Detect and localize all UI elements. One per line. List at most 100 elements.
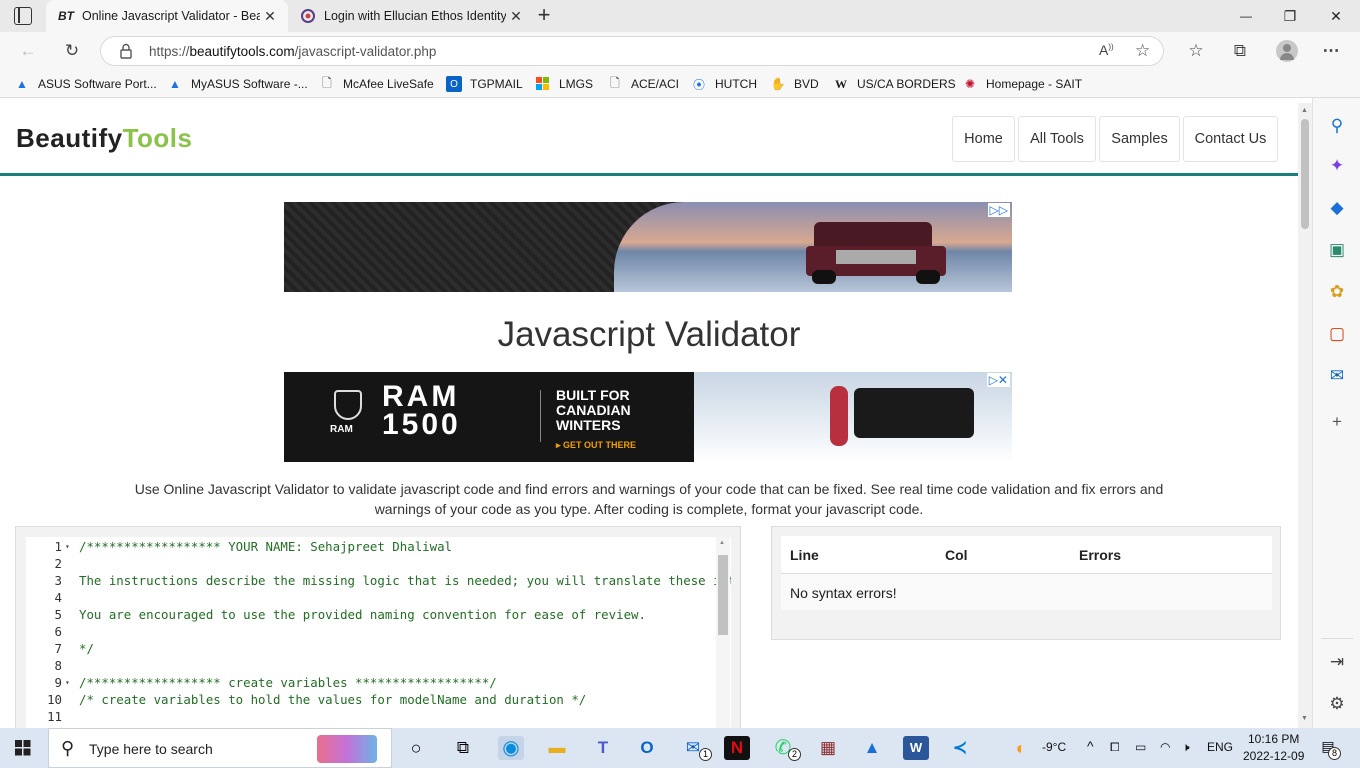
page-scroll-thumb[interactable] (1301, 119, 1309, 229)
notification-count: 8 (1328, 747, 1341, 760)
word-icon[interactable]: W (903, 736, 929, 760)
page-scrollbar[interactable]: ▲ ▼ (1298, 103, 1312, 728)
add-icon[interactable]: + (1325, 410, 1349, 434)
winrar-icon[interactable]: ▦ (815, 736, 841, 760)
code-line[interactable]: /****************** YOUR NAME: Sehajpree… (79, 539, 452, 554)
vscode-icon[interactable]: ≺ (947, 736, 973, 760)
results-table: Line Col Errors No syntax errors! (781, 536, 1272, 610)
settings-gear-icon[interactable]: ⚙ (1325, 692, 1349, 716)
site-logo[interactable]: BeautifyTools (16, 123, 192, 154)
netflix-icon[interactable]: N (724, 736, 750, 760)
restore-icon[interactable]: ❐ (1280, 6, 1300, 26)
clock-time[interactable]: 10:16 PM (1248, 732, 1299, 746)
code-line[interactable]: */ (79, 641, 94, 656)
lock-icon[interactable] (119, 43, 133, 59)
nav-contact-us[interactable]: Contact Us (1183, 116, 1278, 162)
mail-badge: 1 (699, 748, 712, 761)
weather-icon[interactable]: ◐ (1008, 736, 1034, 760)
ad-choices-icon[interactable]: ▷✕ (986, 373, 1010, 387)
favorite-label: MyASUS Software -... (191, 77, 308, 91)
nav-samples[interactable]: Samples (1099, 116, 1180, 162)
nav-home[interactable]: Home (952, 116, 1015, 162)
back-arrow-icon[interactable]: ← (17, 40, 39, 62)
sparkle-icon[interactable]: ✦ (1325, 154, 1349, 178)
line-number: 4 (54, 590, 62, 605)
location-icon: ⦿ (692, 77, 705, 92)
toolbox-icon[interactable]: ▣ (1325, 238, 1349, 262)
sidebar-collapse-icon[interactable]: ⇥ (1325, 650, 1349, 674)
ram-cta[interactable]: ▸ GET OUT THERE (556, 440, 636, 451)
search-icon[interactable]: ⚲ (1325, 114, 1349, 138)
edge-icon[interactable]: ◉ (498, 736, 524, 760)
games-icon[interactable]: ✿ (1325, 280, 1349, 304)
taskbar-search[interactable]: ⚲ Type here to search (48, 728, 392, 768)
tab-javascript-validator[interactable]: BT Online Javascript Validator - Beautif… (46, 0, 288, 32)
language-indicator[interactable]: ENG (1207, 740, 1233, 754)
tag-icon[interactable]: ◆ (1325, 196, 1349, 220)
new-tab-button[interactable]: + (533, 2, 555, 28)
file-explorer-icon[interactable]: ▬ (544, 736, 570, 760)
tab-actions-icon[interactable] (14, 7, 32, 25)
ad-banner-truck[interactable]: ▷▷ (284, 202, 1012, 292)
favorite-sait[interactable]: ✺ Homepage - SAIT (962, 75, 1082, 93)
favorite-tgpmail[interactable]: O TGPMAIL (446, 75, 523, 93)
volume-icon[interactable]: 🕨 (1182, 740, 1190, 755)
wifi-icon[interactable]: ◠ (1160, 740, 1170, 754)
clock-date[interactable]: 2022-12-09 (1243, 749, 1304, 763)
editor-scrollbar[interactable]: ▲ (716, 537, 730, 728)
profile-avatar[interactable] (1276, 40, 1298, 62)
tab-title: Online Javascript Validator - Beautify (82, 9, 260, 23)
address-bar[interactable]: https://beautifytools.com/javascript-val… (100, 36, 1164, 66)
cortana-icon[interactable]: ○ (403, 736, 429, 760)
favorite-label: US/CA BORDERS (857, 77, 956, 91)
code-line[interactable]: You are encouraged to use the provided n… (79, 607, 646, 622)
weather-temp[interactable]: -9°C (1042, 740, 1066, 754)
favorite-bvd[interactable]: ✋ BVD (770, 75, 819, 93)
favorite-myasus[interactable]: ▲ MyASUS Software -... (167, 75, 308, 93)
read-aloud-icon[interactable]: A)) (1099, 42, 1114, 58)
favorite-mcafee[interactable]: 🗋 McAfee LiveSafe (319, 75, 434, 93)
show-hidden-icons-icon[interactable]: ^ (1087, 738, 1094, 754)
more-menu-icon[interactable]: ⋯ (1320, 40, 1342, 62)
office-icon[interactable]: ▢ (1325, 322, 1349, 346)
favorite-us-ca-borders[interactable]: W US/CA BORDERS (833, 75, 956, 93)
add-favorite-icon[interactable]: ☆ (1135, 41, 1150, 61)
tab-close-icon[interactable]: ✕ (260, 8, 280, 25)
favorite-label: McAfee LiveSafe (343, 77, 434, 91)
favorite-asus[interactable]: ▲ ASUS Software Port... (14, 75, 157, 93)
meet-now-icon[interactable]: ⧠ (1110, 740, 1120, 755)
minimize-icon[interactable]: — (1236, 6, 1256, 26)
outlook-icon[interactable]: O (634, 736, 660, 760)
favorite-ace-aci[interactable]: 🗋 ACE/ACI (607, 75, 679, 93)
collections-icon[interactable]: ⧉ (1229, 40, 1251, 62)
favorite-hutch[interactable]: ⦿ HUTCH (691, 75, 757, 93)
photos-icon[interactable]: ▲ (859, 736, 885, 760)
ad-choices-icon[interactable]: ▷▷ (987, 203, 1010, 217)
editor-scroll-thumb[interactable] (718, 555, 728, 635)
sait-icon: ✺ (964, 77, 976, 91)
line-number: 11 (47, 709, 62, 724)
code-line[interactable]: The instructions describe the missing lo… (79, 573, 731, 588)
windows-start-icon[interactable] (15, 740, 31, 756)
tab-close-icon[interactable]: ✕ (506, 8, 526, 25)
favorites-icon[interactable]: ☆ (1185, 40, 1207, 62)
results-message: No syntax errors! (790, 585, 897, 601)
code-line[interactable]: /****************** create variables ***… (79, 675, 497, 690)
ram-model-bottom: 1500 (382, 408, 461, 441)
favorite-lmgs[interactable]: LMGS (535, 75, 593, 93)
window-close-icon[interactable]: ✕ (1326, 6, 1346, 26)
teams-icon[interactable]: T (590, 736, 616, 760)
outlook-icon[interactable]: ✉ (1325, 364, 1349, 388)
outlook-icon: O (446, 76, 462, 92)
fold-toggle-icon[interactable]: ▾ (65, 678, 70, 687)
code-line[interactable]: /* create variables to hold the values f… (79, 692, 586, 707)
code-editor[interactable]: 1 ▾/****************** YOUR NAME: Sehajpr… (26, 537, 731, 728)
nav-all-tools[interactable]: All Tools (1018, 116, 1096, 162)
task-view-icon[interactable]: ⧉ (450, 736, 476, 760)
fold-toggle-icon[interactable]: ▾ (65, 542, 70, 551)
refresh-icon[interactable]: ↻ (61, 40, 83, 62)
battery-icon[interactable]: ▭ (1135, 740, 1146, 754)
line-number: 8 (54, 658, 62, 673)
ad-banner-ram[interactable]: RAM RAM 1500 BUILT FOR CANADIAN WINTERS … (284, 372, 1012, 462)
tab-ellucian-login[interactable]: Login with Ellucian Ethos Identity ✕ (288, 0, 526, 32)
